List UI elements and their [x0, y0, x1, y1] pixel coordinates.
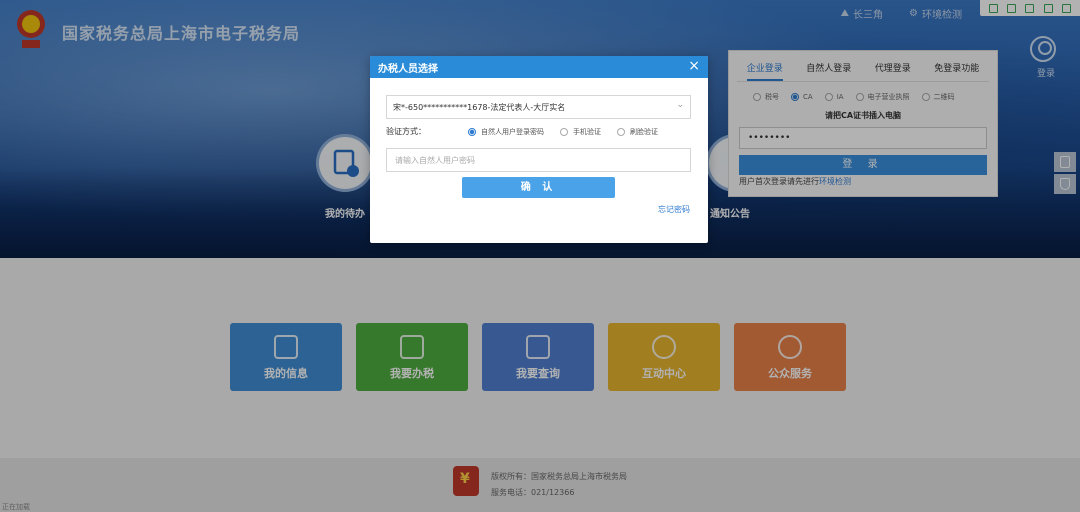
verify-option-password[interactable]: 自然人用户登录密码 [468, 127, 544, 137]
verify-option-face[interactable]: 刷脸验证 [617, 127, 658, 137]
close-icon[interactable]: × [688, 58, 700, 74]
password-input[interactable]: 请输入自然人用户密码 [386, 148, 691, 172]
forgot-password-link[interactable]: 忘记密码 [658, 204, 690, 215]
taxpayer-select-dialog: 办税人员选择 × 宋*-650***********1678-法定代表人-大厅实… [370, 56, 708, 243]
verify-option-phone[interactable]: 手机验证 [560, 127, 601, 137]
verify-method-row: 验证方式： 自然人用户登录密码 手机验证 刷脸验证 [386, 126, 691, 137]
dialog-header: 办税人员选择 × [370, 56, 708, 78]
dialog-title: 办税人员选择 [378, 64, 438, 75]
chevron-down-icon: ⌄ [676, 100, 684, 110]
person-select-value: 宋*-650***********1678-法定代表人-大厅实名 [393, 103, 566, 112]
person-select[interactable]: 宋*-650***********1678-法定代表人-大厅实名 ⌄ [386, 95, 691, 119]
confirm-button[interactable]: 确 认 [462, 177, 615, 198]
verify-label: 验证方式： [386, 127, 426, 136]
